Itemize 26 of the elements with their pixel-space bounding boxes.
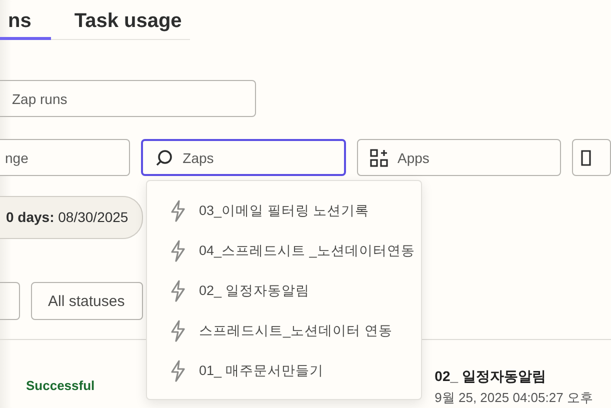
tab[interactable]: Task usage bbox=[66, 0, 182, 40]
apps-grid-icon bbox=[370, 148, 388, 166]
filter-field[interactable] bbox=[572, 139, 611, 176]
lightning-icon bbox=[171, 240, 185, 262]
zap-option[interactable]: 02_ 일정자동알림 bbox=[147, 271, 421, 311]
zap-option[interactable]: 03_이메일 필터링 노션기록 bbox=[147, 191, 421, 231]
run-title: 02_ 일정자동알림 bbox=[434, 368, 547, 385]
panel-icon bbox=[581, 150, 592, 166]
lightning-icon bbox=[171, 200, 185, 222]
date-range-chip[interactable]: 0 days: 08/30/2025 bbox=[0, 196, 144, 239]
filter-field[interactable]: Apps bbox=[356, 139, 562, 176]
lightning-icon bbox=[171, 360, 185, 382]
status-filter[interactable]: All statuses bbox=[31, 282, 143, 320]
zap-option[interactable]: 04_스프레드시트 _노션데이터연동 bbox=[147, 231, 421, 271]
filter-field[interactable]: Zaps bbox=[140, 139, 346, 176]
zap-option[interactable]: 스프레드시트_노션데이터 연동 bbox=[147, 311, 421, 351]
search-field[interactable]: Zap runs bbox=[0, 80, 256, 117]
search-icon bbox=[154, 148, 173, 166]
filter-field[interactable] bbox=[0, 282, 20, 320]
lightning-icon bbox=[171, 280, 185, 302]
filter-field[interactable]: nge bbox=[0, 139, 130, 176]
run-status: Successful bbox=[26, 378, 95, 393]
zap-option[interactable]: 01_ 매주문서만들기 bbox=[147, 351, 421, 391]
lightning-icon bbox=[171, 320, 185, 342]
run-time: 9월 25, 2025 04:05:27 오후 bbox=[434, 390, 593, 405]
tab[interactable]: ns bbox=[0, 0, 52, 40]
